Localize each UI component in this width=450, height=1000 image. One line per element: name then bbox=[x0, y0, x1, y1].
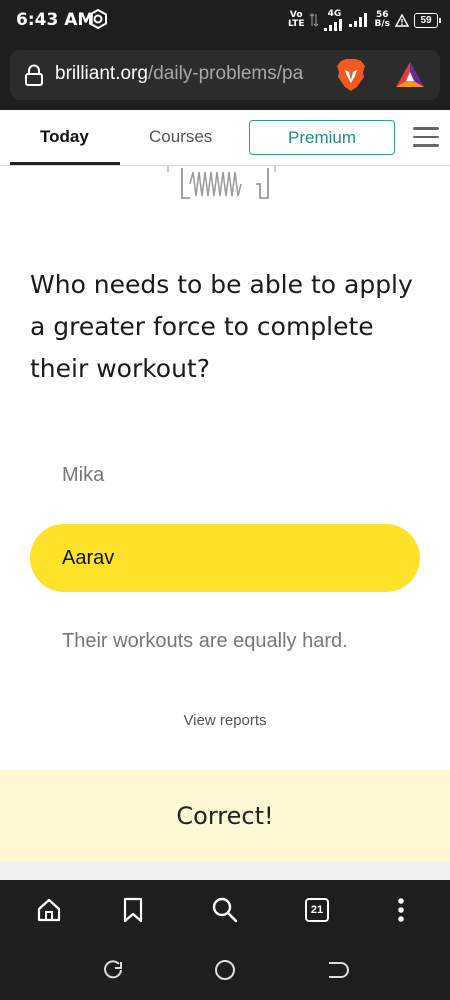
premium-button[interactable]: Premium bbox=[249, 120, 395, 155]
home-icon[interactable] bbox=[34, 895, 64, 925]
url-field[interactable]: brilliant.org/daily-problems/pa bbox=[10, 50, 440, 100]
recent-apps-icon[interactable] bbox=[101, 958, 125, 982]
url-text[interactable]: brilliant.org/daily-problems/pa bbox=[55, 63, 330, 85]
volte-indicator: Vo LTE bbox=[287, 10, 305, 29]
site-nav: Today Courses Premium bbox=[0, 110, 450, 166]
bat-rewards-icon[interactable] bbox=[395, 61, 425, 89]
more-icon[interactable] bbox=[386, 895, 416, 925]
banner-divider bbox=[0, 862, 450, 880]
status-indicators: Vo LTE 4G 56 B/s 59 bbox=[287, 6, 441, 34]
tab-courses[interactable]: Courses bbox=[149, 127, 212, 147]
bookmark-icon[interactable] bbox=[118, 895, 148, 925]
choice-option[interactable]: Mika bbox=[30, 441, 420, 509]
browser-bar: brilliant.org/daily-problems/pa bbox=[0, 40, 450, 110]
back-icon[interactable] bbox=[325, 958, 349, 982]
lock-icon[interactable] bbox=[24, 64, 44, 86]
url-domain: brilliant.org bbox=[55, 63, 148, 84]
status-time: 6:43 AM bbox=[16, 10, 95, 30]
brave-lion-icon[interactable] bbox=[335, 58, 367, 92]
app-notification-icon bbox=[89, 9, 107, 29]
status-bar: 6:43 AM Vo LTE 4G 56 B/s 59 bbox=[0, 0, 450, 40]
data-arrows-icon bbox=[310, 13, 319, 27]
tabs-icon[interactable]: 21 bbox=[302, 895, 332, 925]
tabs-count: 21 bbox=[305, 898, 329, 922]
menu-icon[interactable] bbox=[413, 127, 439, 149]
result-text: Correct! bbox=[176, 802, 274, 830]
signal-4g: 4G bbox=[324, 9, 344, 31]
android-nav-bar bbox=[0, 940, 450, 1000]
choice-label: Aarav bbox=[62, 546, 115, 569]
tab-today[interactable]: Today bbox=[40, 127, 89, 147]
choice-option[interactable]: Their workouts are equally hard. bbox=[30, 607, 420, 675]
spring-diagram bbox=[167, 166, 276, 199]
network-speed: 56 B/s bbox=[374, 10, 390, 29]
choice-option-selected[interactable]: Aarav bbox=[30, 524, 420, 592]
question-text: Who needs to be able to apply a greater … bbox=[30, 270, 413, 383]
result-banner: Correct! bbox=[0, 770, 450, 862]
signal-bars-icon bbox=[349, 13, 368, 27]
search-icon[interactable] bbox=[210, 895, 240, 925]
url-path: /daily-problems/pa bbox=[147, 63, 304, 84]
battery-indicator: 59 bbox=[414, 12, 441, 28]
view-reports-link[interactable]: View reports bbox=[0, 712, 450, 729]
browser-toolbar: 21 bbox=[0, 880, 450, 940]
choice-label: Their workouts are equally hard. bbox=[62, 629, 348, 652]
home-circle-icon[interactable] bbox=[213, 958, 237, 982]
choice-label: Mika bbox=[62, 463, 105, 486]
active-tab-indicator bbox=[10, 162, 120, 165]
signal-bars-icon bbox=[324, 18, 343, 31]
warning-icon bbox=[395, 13, 409, 27]
